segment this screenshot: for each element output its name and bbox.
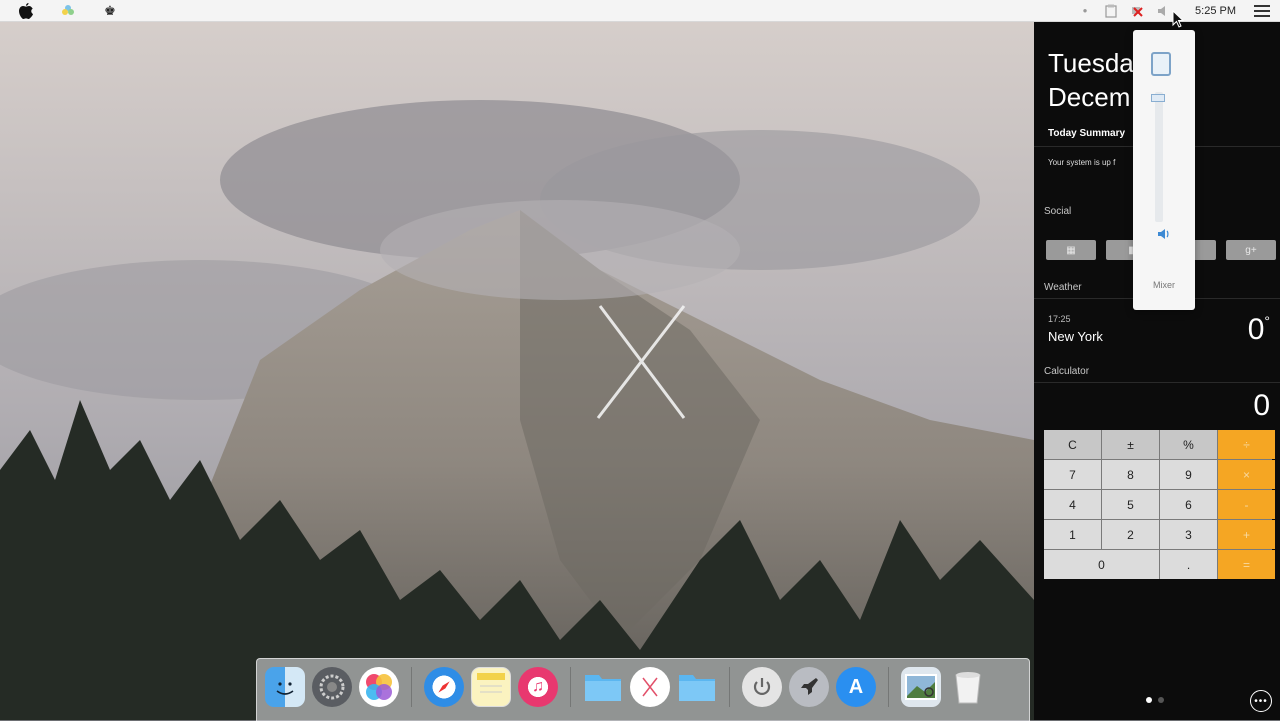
calc-key-add[interactable]: + <box>1218 520 1275 549</box>
nc-date-month: Decem <box>1048 82 1131 112</box>
calculator-keypad: C ± % ÷ 7 8 9 × 4 5 6 - 1 2 3 + 0 . = <box>1044 430 1275 579</box>
notes-icon[interactable] <box>471 667 511 707</box>
nc-day: Tuesda <box>1048 48 1134 78</box>
volume-icon[interactable] <box>1155 3 1171 19</box>
mixer-button[interactable]: Mixer <box>1133 280 1195 290</box>
launchpad-icon[interactable] <box>789 667 829 707</box>
volume-popover: Mixer <box>1133 30 1195 310</box>
calc-key-9[interactable]: 9 <box>1160 460 1217 489</box>
safari-icon[interactable] <box>424 667 464 707</box>
dock-separator <box>729 667 730 707</box>
linkedin-button[interactable]: ▦ <box>1046 240 1096 260</box>
calc-key-7[interactable]: 7 <box>1044 460 1101 489</box>
calc-key-4[interactable]: 4 <box>1044 490 1101 519</box>
dock-separator <box>570 667 571 707</box>
preview-icon[interactable] <box>901 667 941 707</box>
calc-key-clear[interactable]: C <box>1044 430 1101 459</box>
calc-key-decimal[interactable]: . <box>1160 550 1217 579</box>
calc-key-equals[interactable]: = <box>1218 550 1275 579</box>
app-store-icon[interactable]: A <box>836 667 876 707</box>
small-dot-icon[interactable]: ● <box>1077 3 1093 19</box>
osx-icon[interactable] <box>630 667 670 707</box>
calc-key-8[interactable]: 8 <box>1102 460 1159 489</box>
finder-icon[interactable] <box>265 667 305 707</box>
volume-slider-track[interactable] <box>1155 92 1163 222</box>
calc-key-subtract[interactable]: - <box>1218 490 1275 519</box>
chess-king-icon[interactable]: ♚ <box>102 3 118 19</box>
divider <box>1034 382 1280 383</box>
ellipsis-icon: ••• <box>1254 695 1268 707</box>
flower-app-icon[interactable] <box>60 3 76 19</box>
google-plus-icon: g+ <box>1245 244 1257 256</box>
speaker-icon <box>1157 228 1171 243</box>
mouse-cursor-icon <box>1172 9 1185 33</box>
calculator-label: Calculator <box>1044 366 1090 377</box>
dock: ♫ A <box>256 658 1030 721</box>
page-indicator <box>1146 697 1164 703</box>
clipboard-icon[interactable] <box>1103 3 1119 19</box>
page-dot-active[interactable] <box>1146 697 1152 703</box>
weather-time: 17:25 <box>1048 314 1071 324</box>
itunes-icon[interactable]: ♫ <box>518 667 558 707</box>
calc-key-plus-minus[interactable]: ± <box>1102 430 1159 459</box>
dock-separator <box>888 667 889 707</box>
more-options-button[interactable]: ••• <box>1250 690 1272 712</box>
trash-icon[interactable] <box>948 667 988 707</box>
apple-icon[interactable] <box>18 2 34 19</box>
calc-key-multiply[interactable]: × <box>1218 460 1275 489</box>
folder-icon[interactable] <box>677 667 717 707</box>
calc-key-2[interactable]: 2 <box>1102 520 1159 549</box>
folder-icon[interactable] <box>583 667 623 707</box>
calculator-display: 0 <box>1253 389 1270 422</box>
calc-key-6[interactable]: 6 <box>1160 490 1217 519</box>
output-device-icon <box>1151 52 1171 76</box>
game-center-icon[interactable] <box>359 667 399 707</box>
summary-text: Your system is up f <box>1048 158 1116 167</box>
power-icon[interactable] <box>742 667 782 707</box>
calc-key-0[interactable]: 0 <box>1044 550 1159 579</box>
weather-city: New York <box>1048 329 1103 344</box>
weather-temperature: 0° <box>1248 313 1270 347</box>
calc-key-divide[interactable]: ÷ <box>1218 430 1275 459</box>
page-dot[interactable] <box>1158 697 1164 703</box>
weather-degree: ° <box>1264 313 1270 329</box>
weather-label: Weather <box>1044 282 1082 293</box>
menu-bar: ♚ ● 5:25 PM <box>0 0 1280 22</box>
dock-separator <box>411 667 412 707</box>
today-summary-label: Today Summary <box>1048 128 1126 139</box>
calc-key-percent[interactable]: % <box>1160 430 1217 459</box>
calc-key-3[interactable]: 3 <box>1160 520 1217 549</box>
calc-key-5[interactable]: 5 <box>1102 490 1159 519</box>
weather-temp-value: 0 <box>1247 313 1265 346</box>
menubar-clock[interactable]: 5:25 PM <box>1195 5 1236 17</box>
social-label: Social <box>1044 206 1072 217</box>
linkedin-icon: ▦ <box>1066 244 1076 256</box>
system-preferences-icon[interactable] <box>312 667 352 707</box>
calc-key-1[interactable]: 1 <box>1044 520 1101 549</box>
google-plus-button[interactable]: g+ <box>1226 240 1276 260</box>
wallpaper-scene <box>0 0 1034 720</box>
volume-slider-knob[interactable] <box>1151 94 1165 103</box>
network-disconnected-icon[interactable] <box>1129 3 1145 19</box>
notification-center-icon[interactable] <box>1254 3 1270 19</box>
